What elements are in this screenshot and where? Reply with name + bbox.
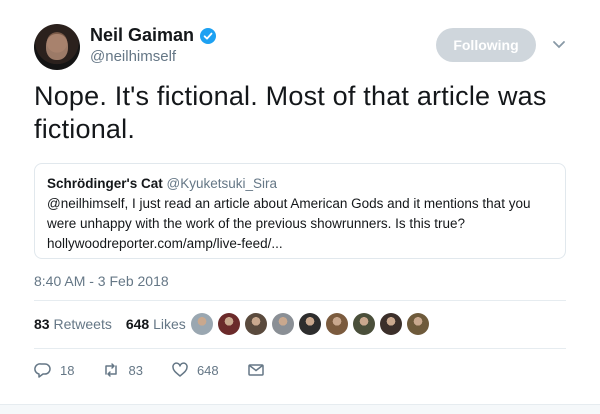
divider: [34, 348, 566, 349]
like-count: 648: [196, 362, 219, 378]
liker-avatar[interactable]: [191, 313, 213, 335]
tweet-actions: 18 83 648: [34, 361, 301, 379]
liker-avatar[interactable]: [218, 313, 240, 335]
like-button[interactable]: 648: [171, 361, 219, 379]
retweet-count: 83: [128, 362, 143, 378]
retweet-icon: [105, 363, 118, 377]
chevron-down-icon[interactable]: [552, 40, 566, 50]
tweet-timestamp[interactable]: 8:40 AM - 3 Feb 2018: [34, 273, 169, 289]
direct-message-button[interactable]: [247, 361, 273, 379]
divider: [34, 300, 566, 301]
quoted-author-name: Schrödinger's Cat: [47, 176, 163, 191]
liker-avatar[interactable]: [272, 313, 294, 335]
liker-avatar[interactable]: [407, 313, 429, 335]
retweets-count: 83: [34, 316, 50, 332]
reply-icon: [34, 363, 51, 378]
retweets-stat[interactable]: 83 Retweets: [34, 316, 112, 332]
reply-count: 18: [60, 362, 75, 378]
liker-avatar[interactable]: [380, 313, 402, 335]
likes-count: 648: [125, 316, 150, 332]
following-button[interactable]: Following: [436, 28, 536, 62]
likes-stat[interactable]: 648 Likes: [126, 316, 186, 332]
quoted-tweet[interactable]: Schrödinger's Cat @Kyuketsuki_Sira @neil…: [34, 163, 566, 259]
quoted-text: @neilhimself, I just read an article abo…: [47, 196, 531, 251]
tweet-text: Nope. It's fictional. Most of that artic…: [34, 81, 547, 144]
verified-badge-icon: [200, 27, 217, 44]
quoted-author-handle: @Kyuketsuki_Sira: [166, 176, 278, 191]
liker-avatar[interactable]: [245, 313, 267, 335]
engagement-stats: 83 Retweets 648 Likes: [34, 316, 186, 332]
author-handle[interactable]: @neilhimself: [90, 48, 176, 65]
liker-avatar[interactable]: [326, 313, 348, 335]
likes-label: Likes: [153, 316, 186, 332]
liker-avatar[interactable]: [299, 313, 321, 335]
liker-avatar[interactable]: [353, 313, 375, 335]
liker-avatars: [191, 313, 429, 335]
envelope-icon: [247, 364, 264, 376]
reply-button[interactable]: 18: [34, 361, 74, 379]
retweets-label: Retweets: [53, 316, 112, 332]
retweet-button[interactable]: 83: [102, 361, 143, 379]
author-name-row: Neil Gaiman: [90, 25, 217, 46]
author-avatar[interactable]: [34, 24, 80, 70]
author-name[interactable]: Neil Gaiman: [90, 25, 194, 46]
tweet-card: Neil Gaiman @neilhimself Following Nope.…: [0, 0, 600, 414]
heart-icon: [172, 362, 188, 377]
